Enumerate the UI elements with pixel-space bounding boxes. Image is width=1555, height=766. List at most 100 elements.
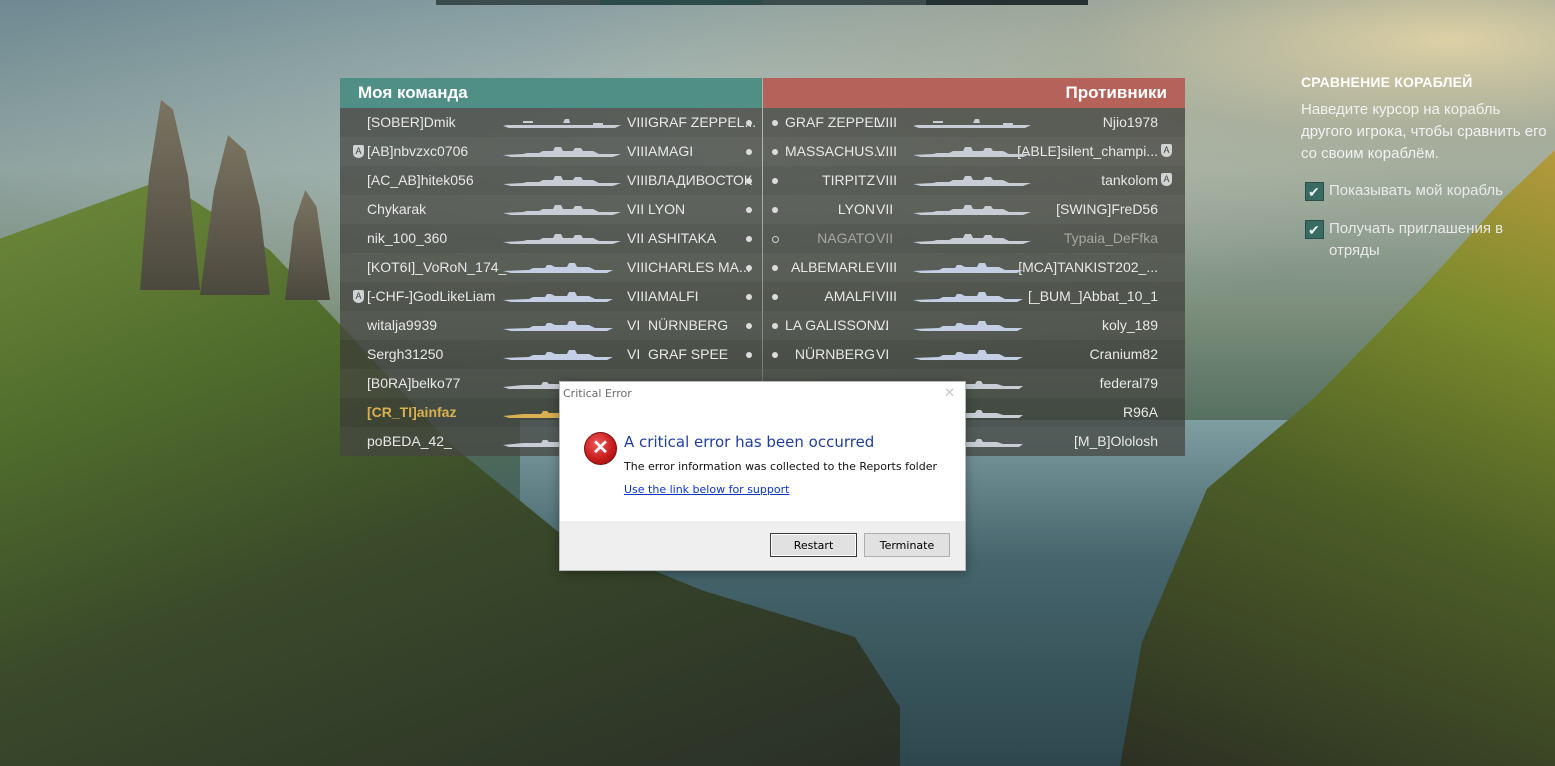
dialog-titlebar[interactable]: Critical Error ✕ (560, 382, 965, 406)
player-row[interactable]: Typaia_DeFfka VII NAGATO (763, 224, 1185, 253)
ship-silhouette-icon (913, 146, 1031, 158)
player-name: Typaia_DeFfka (1063, 230, 1158, 246)
player-status-dot (772, 323, 778, 329)
ship-silhouette-icon (503, 349, 621, 361)
player-status-dot (746, 178, 752, 184)
restart-button[interactable]: Restart (770, 533, 857, 557)
player-name: [_BUM_]Abbat_10_1 (1028, 288, 1158, 304)
player-row[interactable]: witalja9939 VI NÜRNBERG (340, 311, 762, 340)
error-icon (584, 432, 617, 465)
player-name: [SOBER]Dmik (367, 114, 456, 130)
ship-name: LA GALISSON... (785, 317, 889, 333)
ship-tier: VIII (627, 172, 649, 188)
ship-name: LYON (648, 201, 686, 217)
ship-name: GRAF ZEPPEL... (648, 114, 757, 130)
receive-division-invites-label: Получать приглашения в отряды (1329, 220, 1504, 259)
error-heading: A critical error has been occurred (624, 433, 875, 451)
player-status-dot (772, 149, 778, 155)
ship-name: TIRPITZ (822, 172, 875, 188)
ship-tier: VIII (627, 143, 649, 159)
receive-division-invites-checkbox[interactable]: Получать приглашения в отряды (1305, 218, 1505, 262)
player-row[interactable]: [MCA]TANKIST202_... VIII ALBEMARLE (763, 253, 1185, 282)
player-row[interactable]: [KOT6I]_VoRoN_174_ VIII CHARLES MA... (340, 253, 762, 282)
clan-badge-icon: A (353, 145, 364, 158)
ship-name: NAGATO (817, 230, 875, 246)
player-status-dot (746, 265, 752, 271)
top-tab-segment (926, 0, 1088, 5)
ship-silhouette-icon (913, 204, 1031, 216)
player-name: koly_189 (1101, 317, 1158, 333)
clan-badge-icon: A (1161, 173, 1172, 186)
ship-tier: VI (876, 346, 890, 362)
player-row[interactable]: A [AB]nbvzxc0706 VIII AMAGI (340, 137, 762, 166)
close-icon[interactable]: ✕ (944, 382, 955, 406)
ship-silhouette-icon (913, 349, 1023, 361)
dialog-window-title: Critical Error (563, 387, 632, 400)
player-name: [-CHF-]GodLikeLiam (367, 288, 496, 304)
player-row[interactable]: nik_100_360 VII ASHITAKA (340, 224, 762, 253)
ship-name: LYON (837, 201, 875, 217)
ship-name: GRAF SPEE (648, 346, 729, 362)
dialog-body: A critical error has been occurred The e… (560, 406, 965, 520)
ship-silhouette-icon (913, 320, 1023, 332)
player-row[interactable]: koly_189 VI LA GALISSON... (763, 311, 1185, 340)
player-name: [B0RA]belko77 (367, 375, 461, 391)
ship-silhouette-icon (913, 175, 1031, 187)
player-name: nik_100_360 (367, 230, 448, 246)
player-row[interactable]: [SWING]FreD56 VII LYON (763, 195, 1185, 224)
checkbox-checked-icon[interactable] (1305, 181, 1324, 203)
checkbox-checked-icon[interactable] (1305, 219, 1324, 241)
ship-tier: VII (627, 201, 645, 217)
ship-tier: VII (876, 201, 894, 217)
critical-error-dialog: Critical Error ✕ A critical error has be… (559, 381, 966, 571)
player-status-dot (772, 120, 778, 126)
player-status-dot (772, 265, 778, 271)
terminate-button[interactable]: Terminate (864, 533, 950, 557)
ship-tier: VIII (627, 288, 649, 304)
player-name: Sergh31250 (367, 346, 444, 362)
player-name: [ABLE]silent_champi... (1017, 143, 1158, 159)
ship-tier: VIII (876, 259, 898, 275)
ship-silhouette-icon (503, 320, 621, 332)
player-name: [AC_AB]hitek056 (367, 172, 474, 188)
player-status-dot (772, 207, 778, 213)
ship-name: GRAF ZEPPEL... (785, 114, 894, 130)
player-row[interactable]: A [-CHF-]GodLikeLiam VIII AMALFI (340, 282, 762, 311)
clan-badge-icon: A (1161, 144, 1172, 157)
support-link[interactable]: Use the link below for support (624, 483, 789, 496)
player-name: Cranium82 (1089, 346, 1158, 362)
ship-silhouette-icon (913, 262, 1023, 274)
ship-tier: VI (627, 346, 641, 362)
player-row[interactable]: [_BUM_]Abbat_10_1 VIII AMALFI (763, 282, 1185, 311)
player-status-dot (772, 178, 778, 184)
player-name: Chykarak (367, 201, 427, 217)
ship-name: AMALFI (648, 288, 699, 304)
player-row[interactable]: A [ABLE]silent_champi... VIII MASSACHUS... (763, 137, 1185, 166)
player-row[interactable]: Chykarak VII LYON (340, 195, 762, 224)
ship-name: ALBEMARLE (790, 259, 875, 275)
ship-tier: VIII (627, 259, 649, 275)
show-my-ship-checkbox[interactable]: Показывать мой корабль (1305, 180, 1503, 203)
player-name: [CR_TI]ainfaz (367, 404, 457, 420)
error-message: The error information was collected to t… (624, 460, 938, 473)
player-status-dot (746, 236, 752, 242)
player-status-dot (746, 120, 752, 126)
player-row[interactable]: Atankolom VIII TIRPITZ (763, 166, 1185, 195)
player-name: [KOT6I]_VoRoN_174_ (367, 259, 507, 275)
player-row[interactable]: Njio1978 VIII GRAF ZEPPEL... (763, 108, 1185, 137)
player-row[interactable]: Cranium82 VI NÜRNBERG (763, 340, 1185, 369)
player-row[interactable]: Sergh31250 VI GRAF SPEE (340, 340, 762, 369)
player-name: [MCA]TANKIST202_... (1018, 259, 1158, 275)
player-row[interactable]: [SOBER]Dmik VIII GRAF ZEPPEL... (340, 108, 762, 137)
player-name: poBEDA_42_ (367, 433, 452, 449)
ship-name: NÜRNBERG (648, 317, 729, 333)
ship-silhouette-icon (913, 117, 1031, 129)
ship-silhouette-icon (913, 291, 1023, 303)
player-row[interactable]: [AC_AB]hitek056 VIII ВЛАДИВОСТОК (340, 166, 762, 195)
player-name: federal79 (1099, 375, 1158, 391)
player-status-dot (772, 352, 778, 358)
ship-silhouette-icon (503, 204, 621, 216)
player-status-dot (746, 149, 752, 155)
player-name: witalja9939 (367, 317, 438, 333)
ship-silhouette-icon (503, 262, 621, 274)
